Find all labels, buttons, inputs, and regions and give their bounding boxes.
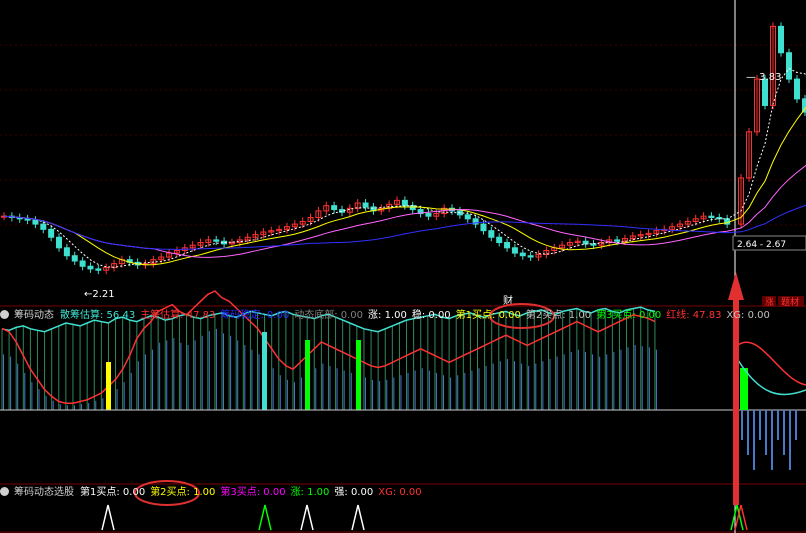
candle-body <box>331 205 338 211</box>
candle-body <box>762 78 768 106</box>
candle-body <box>582 240 589 245</box>
panel2-fields: 第1买点: 0.00 第2买点: 1.00 第3买点: 0.00 涨: 1.00 强: … <box>80 487 427 498</box>
panel2-field-1: 第2买点: 1.00 <box>150 487 216 498</box>
candle-body <box>496 236 503 244</box>
buy-point-1-bar <box>106 362 111 410</box>
panel1-field-7: 第2买点: 1.00 <box>525 310 592 321</box>
candle-body <box>778 25 784 54</box>
panel-toggle-icon[interactable] <box>0 310 9 319</box>
candle-body <box>488 230 495 238</box>
ma-line-5 <box>3 67 806 268</box>
candle-body <box>24 218 31 221</box>
chart-canvas: ←2.21— 3.832.64 - 2.67财涨题材 <box>0 0 806 533</box>
panel1-field-9: 红线: 47.83 <box>666 310 722 321</box>
candle-body <box>527 255 534 258</box>
buy-point-3-bar <box>305 340 310 410</box>
panel1-field-4: 涨: 1.00 <box>368 310 407 321</box>
future-cyan-line <box>737 359 806 396</box>
panel2-field-0: 第1买点: 0.00 <box>80 487 146 498</box>
high-price-label: — 3.83 <box>746 72 781 83</box>
candle-body <box>63 247 70 257</box>
ma-line-10 <box>3 106 806 266</box>
candle-body <box>425 213 432 217</box>
candle-body <box>464 214 471 220</box>
panel2-field-3: 涨: 1.00 <box>290 487 330 498</box>
candle-body <box>48 228 55 238</box>
panel2-field-2: 第3买点: 0.00 <box>220 487 286 498</box>
annotation-arrow-head <box>728 272 744 300</box>
panel1-field-5: 稳: 0.00 <box>411 310 451 321</box>
ma-line-40 <box>3 204 806 250</box>
candle-body <box>213 239 220 242</box>
signal-triangle-2 <box>258 504 272 531</box>
badge-1: 涨 <box>765 297 774 308</box>
signal-triangle-4 <box>351 504 365 531</box>
candle-body <box>87 265 94 270</box>
candle-body <box>504 242 511 249</box>
panel1-field-6: 第1买点: 0.00 <box>455 310 521 321</box>
panel-toggle-icon[interactable] <box>0 487 9 496</box>
candle-body <box>401 199 408 207</box>
candle-body <box>362 202 369 208</box>
candle-body <box>71 255 78 262</box>
signal-triangle-3 <box>300 504 314 531</box>
low-price-label: ←2.21 <box>84 289 115 300</box>
buy-point-2-bar <box>262 332 267 410</box>
candle-body <box>32 219 39 225</box>
candle-body <box>708 215 715 219</box>
panel1-field-10: XG: 0.00 <box>726 310 770 321</box>
panel1-field-8: 第3买点: 0.00 <box>596 310 662 321</box>
candle-body <box>590 243 597 246</box>
candle-body <box>786 52 792 80</box>
candle-body <box>511 247 518 254</box>
panel2-field-4: 强: 0.00 <box>334 487 374 498</box>
candle-body <box>614 239 621 242</box>
panel1-title: 筹码动态 <box>14 310 54 321</box>
candle-body <box>95 268 102 271</box>
candle-body <box>480 223 487 232</box>
annotation-arrow-shaft <box>733 300 739 505</box>
candle-body <box>79 260 86 267</box>
panel2-title: 筹码动态选股 <box>14 487 74 498</box>
buy-point-3-bar-b <box>356 340 361 410</box>
candle-body <box>40 223 47 230</box>
panel2-header: 筹码动态选股 第1买点: 0.00 第2买点: 1.00 第3买点: 0.00 涨: 1… <box>0 485 432 501</box>
candle-body <box>56 236 63 249</box>
candle-body <box>409 205 416 211</box>
future-green-bar <box>740 368 748 410</box>
panel1-field-0: 散筹估算: 56.43 <box>60 310 136 321</box>
range-label: 2.64 - 2.67 <box>737 240 786 250</box>
candle-body <box>794 78 800 100</box>
candle-body <box>519 252 526 257</box>
future-red-line <box>737 341 806 386</box>
badge-2: 题材 <box>781 296 799 308</box>
signal-triangle-1 <box>101 504 115 531</box>
panel1-field-3: 动态底部: 0.00 <box>294 310 364 321</box>
panel1-field-2: 筹码稳定: 0.00 <box>220 310 290 321</box>
panel2-field-5: XG: 0.00 <box>378 487 422 498</box>
panel1-fields: 散筹估算: 56.43 主筹估算: 47.83 筹码稳定: 0.00 动态底部: 0.… <box>60 310 775 321</box>
panel1-field-1: 主筹估算: 47.83 <box>140 310 216 321</box>
panel1-header: 筹码动态 散筹估算: 56.43 主筹估算: 47.83 筹码稳定: 0.00 动态底部… <box>0 308 780 324</box>
